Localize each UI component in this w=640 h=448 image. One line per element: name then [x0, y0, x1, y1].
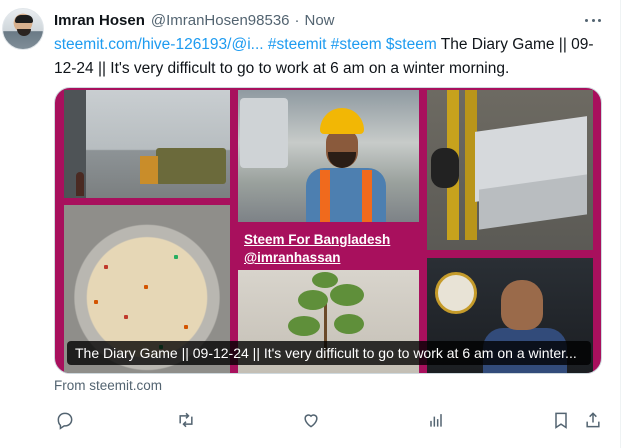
caption-community: Steem For Bangladesh	[244, 232, 391, 247]
selfie-photo	[238, 90, 419, 222]
bookmark-icon[interactable]	[550, 409, 572, 431]
foggy-street-photo	[64, 90, 230, 198]
tweet-header: Imran Hosen @ImranHosen98536 · Now	[54, 10, 335, 30]
caption-username: @imranhassan	[244, 250, 341, 265]
media-card[interactable]: Steem For Bangladesh @imranhassan The Di…	[54, 87, 602, 374]
card-title: The Diary Game || 09-12-24 || It's very …	[75, 345, 577, 361]
tweet-hashtags[interactable]: #steemit #steem $steem	[268, 36, 437, 53]
reply-icon[interactable]	[54, 409, 76, 431]
card-title-overlay: The Diary Game || 09-12-24 || It's very …	[67, 341, 591, 365]
author-handle[interactable]: @ImranHosen98536	[151, 12, 290, 29]
header-separator: ·	[294, 11, 300, 29]
more-options-icon[interactable]	[582, 12, 604, 28]
media-caption: Steem For Bangladesh @imranhassan	[238, 222, 419, 266]
share-icon[interactable]	[582, 409, 604, 431]
tweet-text: steemit.com/hive-126193/@i... #steemit #…	[54, 33, 610, 81]
like-icon[interactable]	[300, 409, 322, 431]
tweet-link[interactable]: steemit.com/hive-126193/@i...	[54, 36, 264, 53]
column-border	[620, 0, 621, 448]
avatar-beard	[17, 29, 31, 36]
author-name[interactable]: Imran Hosen	[54, 12, 145, 29]
timestamp[interactable]: Now	[305, 12, 335, 29]
views-icon[interactable]	[425, 409, 447, 431]
retweet-icon[interactable]	[175, 409, 197, 431]
forklift-photo	[427, 90, 593, 250]
source-label[interactable]: From steemit.com	[54, 378, 162, 393]
action-bar	[54, 405, 610, 433]
avatar-hair	[15, 15, 33, 23]
avatar[interactable]	[2, 8, 44, 50]
